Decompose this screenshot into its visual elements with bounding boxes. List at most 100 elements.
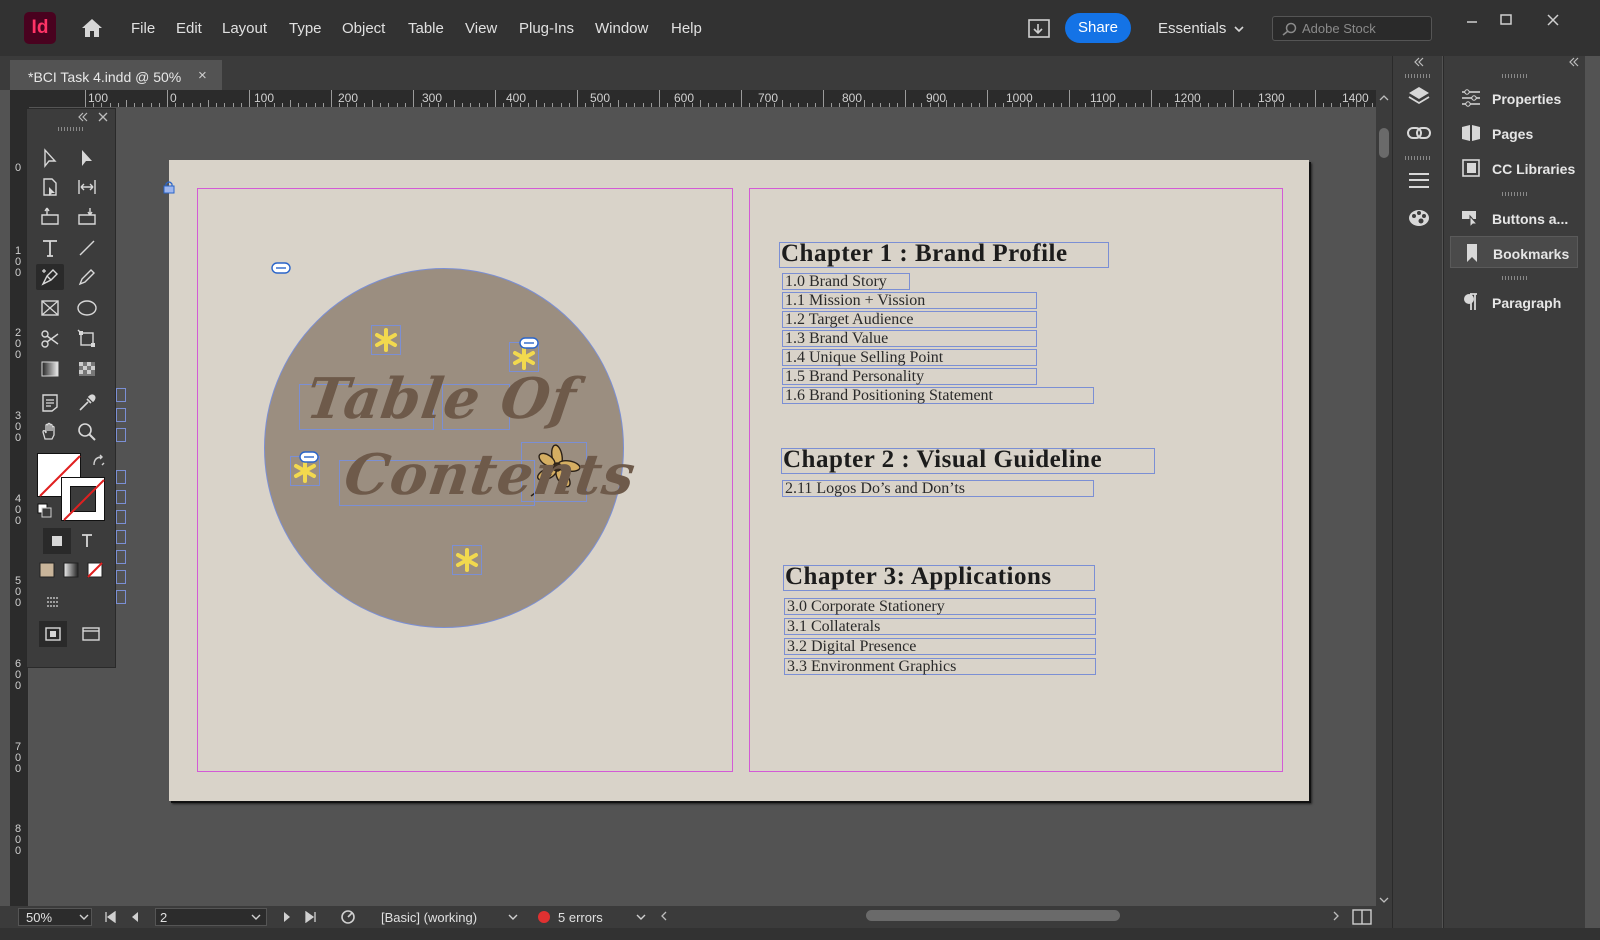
- direct-selection-tool[interactable]: [73, 145, 101, 171]
- vertical-scroll-thumb[interactable]: [1379, 128, 1389, 158]
- toc-entry[interactable]: 1.1 Mission + Vission: [782, 292, 1037, 309]
- preflight-profile[interactable]: [Basic] (working): [381, 910, 477, 925]
- page-spread[interactable]: Table Of Contents Chapter 1 : Brand Prof…: [169, 160, 1309, 801]
- eyedropper-tool[interactable]: [73, 390, 101, 416]
- menu-edit[interactable]: Edit: [176, 20, 202, 37]
- panel-grip[interactable]: [1502, 74, 1528, 78]
- hand-tool[interactable]: [36, 419, 64, 445]
- chapter-2-title[interactable]: Chapter 2 : Visual Guideline: [781, 447, 1102, 472]
- toc-entry[interactable]: 3.3 Environment Graphics: [784, 658, 1096, 675]
- toc-entry[interactable]: 3.2 Digital Presence: [784, 638, 1096, 655]
- apply-none-icon[interactable]: [81, 557, 109, 583]
- menu-layout[interactable]: Layout: [222, 20, 267, 37]
- link-icon[interactable]: [519, 337, 539, 349]
- stroke-panel-icon[interactable]: [1406, 168, 1432, 194]
- page-tool[interactable]: [36, 174, 64, 200]
- next-page-icon[interactable]: [282, 911, 292, 923]
- default-fill-stroke-icon[interactable]: [37, 503, 53, 519]
- toc-entry[interactable]: 2.11 Logos Do’s and Don’ts: [782, 480, 1094, 497]
- close-tab-icon[interactable]: ×: [198, 67, 207, 84]
- layers-icon[interactable]: [1406, 84, 1432, 110]
- panel-cc-libraries[interactable]: CC Libraries: [1450, 152, 1578, 184]
- preflight-icon[interactable]: [340, 909, 356, 925]
- panel-grip[interactable]: [1405, 156, 1431, 160]
- swatches-icon[interactable]: [1406, 204, 1432, 230]
- panel-grip[interactable]: [1502, 192, 1528, 196]
- pasteboard-frame[interactable]: [116, 590, 126, 604]
- type-tool[interactable]: [36, 235, 64, 261]
- close-icon[interactable]: [98, 112, 108, 122]
- panel-bookmarks[interactable]: Bookmarks: [1450, 236, 1578, 268]
- chevron-down-icon[interactable]: [251, 913, 261, 921]
- previous-page-icon[interactable]: [130, 911, 140, 923]
- toc-entry[interactable]: 3.1 Collaterals: [784, 618, 1096, 635]
- scroll-left-icon[interactable]: [660, 911, 668, 921]
- content-placer-tool[interactable]: [73, 203, 101, 229]
- links-icon[interactable]: [1406, 120, 1432, 146]
- pasteboard-frame[interactable]: [116, 470, 126, 484]
- page-lock-icon[interactable]: [162, 180, 176, 194]
- gradient-swatch-tool[interactable]: [36, 356, 64, 382]
- panel-grip[interactable]: [1405, 74, 1431, 78]
- toc-entry[interactable]: 1.5 Brand Personality: [782, 368, 1037, 385]
- content-collector-tool[interactable]: [36, 203, 64, 229]
- free-transform-tool[interactable]: [73, 326, 101, 352]
- chevron-down-icon[interactable]: [79, 913, 89, 921]
- minimize-icon[interactable]: [1462, 10, 1482, 30]
- scissors-tool[interactable]: [36, 326, 64, 352]
- workspace-switcher[interactable]: Essentials: [1158, 20, 1226, 37]
- swap-fill-stroke-icon[interactable]: [91, 453, 107, 469]
- formatting-text-icon[interactable]: [73, 528, 101, 554]
- stroke-swatch[interactable]: [61, 477, 105, 521]
- document-tab[interactable]: *BCI Task 4.indd @ 50% ×: [10, 60, 222, 90]
- panel-paragraph[interactable]: Paragraph: [1450, 286, 1578, 318]
- collapse-icon[interactable]: [77, 112, 89, 122]
- horizontal-scroll-thumb[interactable]: [866, 910, 1120, 921]
- note-tool[interactable]: [36, 390, 64, 416]
- adobe-stock-search[interactable]: Adobe Stock: [1272, 16, 1432, 41]
- maximize-icon[interactable]: [1496, 10, 1516, 30]
- menu-type[interactable]: Type: [289, 20, 322, 37]
- pasteboard-frame[interactable]: [116, 530, 126, 544]
- pen-tool[interactable]: [36, 264, 64, 290]
- chapter-1-title[interactable]: Chapter 1 : Brand Profile: [779, 241, 1068, 266]
- chevron-down-icon[interactable]: [636, 913, 646, 921]
- split-window-icon[interactable]: [1352, 909, 1372, 925]
- toc-title-line-2[interactable]: Contents: [340, 442, 640, 508]
- panel-properties[interactable]: Properties: [1450, 82, 1578, 114]
- horizontal-ruler[interactable]: 100 0 100 200 300 400 500 600 700 800 90…: [29, 90, 1407, 108]
- menu-view[interactable]: View: [465, 20, 497, 37]
- formatting-container-icon[interactable]: [43, 528, 71, 554]
- collapse-icon[interactable]: [1568, 57, 1580, 67]
- pasteboard-frame[interactable]: [116, 490, 126, 504]
- menu-table[interactable]: Table: [408, 20, 444, 37]
- toc-entry[interactable]: 1.4 Unique Selling Point: [782, 349, 1037, 366]
- panel-grip[interactable]: [58, 127, 84, 131]
- panel-pages[interactable]: Pages: [1450, 117, 1578, 149]
- scroll-down-icon[interactable]: [1379, 896, 1389, 904]
- scroll-right-icon[interactable]: [1332, 911, 1340, 921]
- close-icon[interactable]: [1543, 10, 1563, 30]
- zoom-tool[interactable]: [73, 419, 101, 445]
- chapter-3-title[interactable]: Chapter 3: Applications: [783, 564, 1052, 589]
- toc-entry[interactable]: 1.0 Brand Story: [782, 273, 910, 290]
- pasteboard-frame[interactable]: [116, 388, 126, 402]
- link-icon[interactable]: [271, 262, 291, 274]
- menu-help[interactable]: Help: [671, 20, 702, 37]
- vertical-scrollbar[interactable]: [1376, 90, 1392, 908]
- pasteboard-frame[interactable]: [116, 428, 126, 442]
- menu-object[interactable]: Object: [342, 20, 385, 37]
- home-icon[interactable]: [80, 17, 104, 39]
- toc-entry[interactable]: 1.2 Target Audience: [782, 311, 1037, 328]
- panel-buttons-and-forms[interactable]: Buttons a...: [1450, 202, 1578, 234]
- pasteboard-frame[interactable]: [116, 570, 126, 584]
- screen-mode-preview-icon[interactable]: [39, 590, 67, 616]
- horizontal-scrollbar[interactable]: [656, 906, 1346, 924]
- first-page-icon[interactable]: [104, 911, 116, 923]
- toc-title-line-1[interactable]: Table Of: [302, 366, 580, 432]
- ruler-origin[interactable]: [10, 90, 29, 108]
- menu-plug-ins[interactable]: Plug-Ins: [519, 20, 574, 37]
- publish-online-icon[interactable]: [1027, 18, 1051, 40]
- ellipse-tool[interactable]: [73, 295, 101, 321]
- pasteboard-frame[interactable]: [116, 408, 126, 422]
